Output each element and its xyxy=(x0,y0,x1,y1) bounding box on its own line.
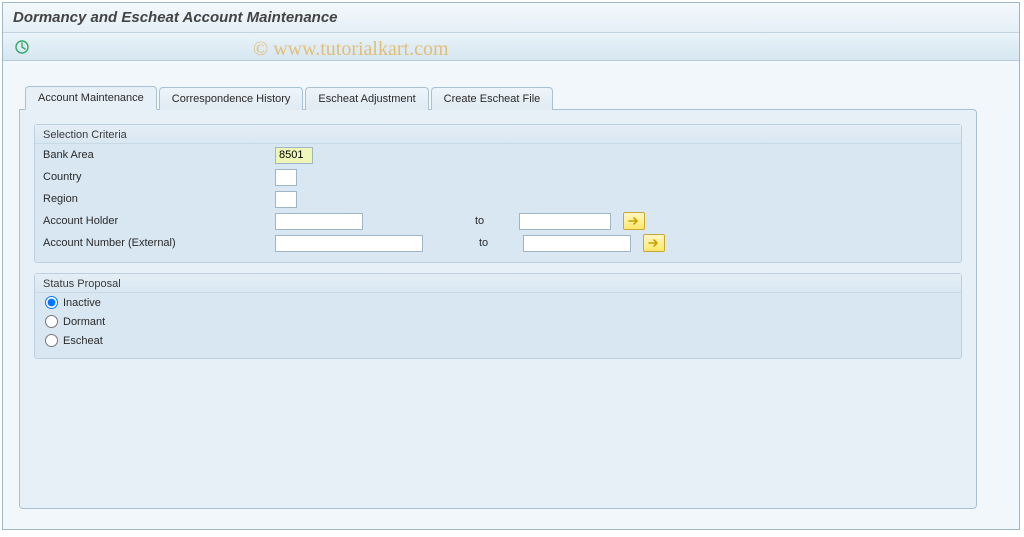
label-region: Region xyxy=(43,193,275,205)
row-account-number: Account Number (External) to xyxy=(35,232,961,254)
arrow-right-icon xyxy=(628,216,640,226)
label-to-account-number: to xyxy=(479,237,519,249)
tabstrip: Account Maintenance Correspondence Histo… xyxy=(25,85,1003,109)
input-account-number-from[interactable] xyxy=(275,235,423,252)
radio-row-escheat: Escheat xyxy=(35,331,961,350)
row-bank-area: Bank Area xyxy=(35,144,961,166)
groupbox-status-proposal: Status Proposal Inactive Dormant Escheat xyxy=(34,273,962,359)
label-country: Country xyxy=(43,171,275,183)
application-toolbar xyxy=(3,33,1019,61)
radio-inactive[interactable] xyxy=(45,296,58,309)
radio-label-dormant: Dormant xyxy=(63,316,105,328)
radio-dormant[interactable] xyxy=(45,315,58,328)
tab-label: Correspondence History xyxy=(172,93,291,105)
input-account-number-to[interactable] xyxy=(523,235,631,252)
title-bar: Dormancy and Escheat Account Maintenance xyxy=(3,3,1019,33)
row-country: Country xyxy=(35,166,961,188)
tab-label: Escheat Adjustment xyxy=(318,93,415,105)
tab-label: Account Maintenance xyxy=(38,92,144,104)
tab-create-escheat-file[interactable]: Create Escheat File xyxy=(431,87,554,110)
groupbox-selection-criteria: Selection Criteria Bank Area Country Reg… xyxy=(34,124,962,263)
groupbox-title: Status Proposal xyxy=(35,274,961,293)
app-frame: Dormancy and Escheat Account Maintenance… xyxy=(2,2,1020,530)
input-region[interactable] xyxy=(275,191,297,208)
radio-label-escheat: Escheat xyxy=(63,335,103,347)
label-bank-area: Bank Area xyxy=(43,149,275,161)
input-account-holder-to[interactable] xyxy=(519,213,611,230)
radio-label-inactive: Inactive xyxy=(63,297,101,309)
radio-row-inactive: Inactive xyxy=(35,293,961,312)
multiple-selection-account-holder[interactable] xyxy=(623,212,645,230)
label-to-account-holder: to xyxy=(475,215,515,227)
radio-escheat[interactable] xyxy=(45,334,58,347)
tab-account-maintenance[interactable]: Account Maintenance xyxy=(25,86,157,110)
row-region: Region xyxy=(35,188,961,210)
clock-execute-icon xyxy=(14,39,30,55)
row-account-holder: Account Holder to xyxy=(35,210,961,232)
tab-escheat-adjustment[interactable]: Escheat Adjustment xyxy=(305,87,428,110)
content-area: Account Maintenance Correspondence Histo… xyxy=(3,61,1019,519)
input-bank-area[interactable] xyxy=(275,147,313,164)
multiple-selection-account-number[interactable] xyxy=(643,234,665,252)
tab-panel-account-maintenance: Selection Criteria Bank Area Country Reg… xyxy=(19,109,977,509)
input-country[interactable] xyxy=(275,169,297,186)
tab-label: Create Escheat File xyxy=(444,93,541,105)
input-account-holder-from[interactable] xyxy=(275,213,363,230)
label-account-number: Account Number (External) xyxy=(43,237,275,249)
arrow-right-icon xyxy=(648,238,660,248)
tab-correspondence-history[interactable]: Correspondence History xyxy=(159,87,304,110)
label-account-holder: Account Holder xyxy=(43,215,275,227)
groupbox-title: Selection Criteria xyxy=(35,125,961,144)
page-title: Dormancy and Escheat Account Maintenance xyxy=(13,9,338,26)
execute-button[interactable] xyxy=(11,36,33,58)
radio-row-dormant: Dormant xyxy=(35,312,961,331)
